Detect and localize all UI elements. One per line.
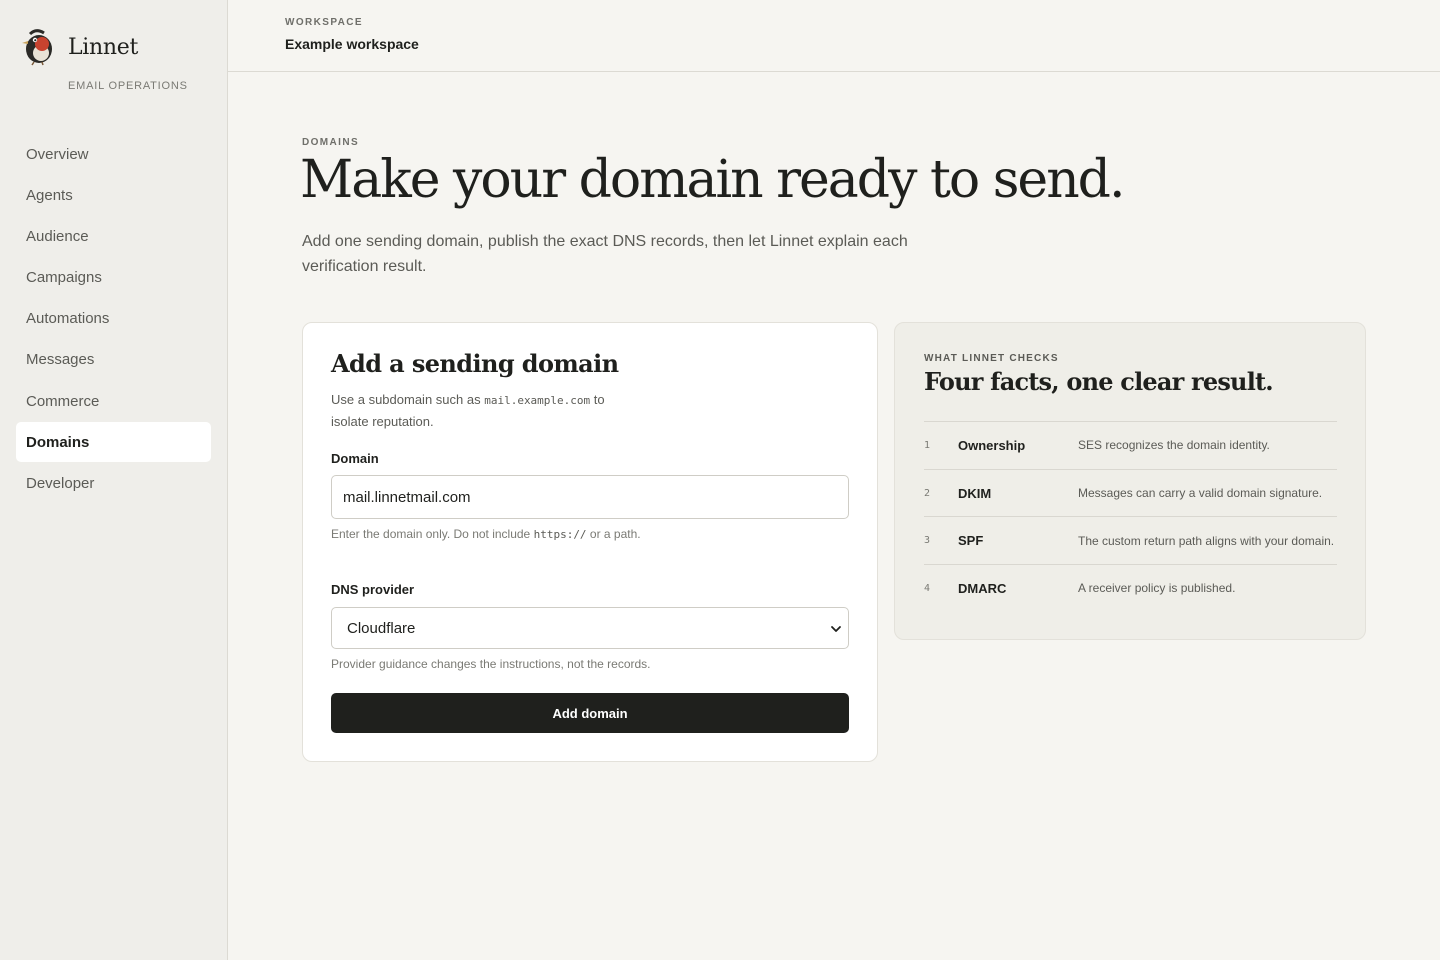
sidebar-item-automations[interactable]: Automations: [16, 299, 211, 339]
topbar: WORKSPACE Example workspace: [228, 0, 1440, 72]
dns-provider-hint: Provider guidance changes the instructio…: [331, 657, 651, 671]
check-number: 1: [924, 439, 931, 451]
sidebar-item-agents[interactable]: Agents: [16, 175, 211, 215]
sidebar-item-commerce[interactable]: Commerce: [16, 381, 211, 421]
chevron-down-icon: [831, 626, 841, 632]
check-description: A receiver policy is published.: [1078, 581, 1236, 596]
brand-subtitle: EMAIL OPERATIONS: [68, 80, 188, 92]
card-title: Add a sending domain: [331, 349, 619, 378]
domain-hint: Enter the domain only. Do not include ht…: [331, 527, 641, 541]
check-name: Ownership: [958, 437, 1026, 453]
check-description: The custom return path aligns with your …: [1078, 533, 1335, 548]
linnet-bird-icon: [22, 29, 52, 66]
check-name: DMARC: [958, 580, 1007, 596]
check-row-dkim: 2 DKIM Messages can carry a valid domain…: [924, 468, 1337, 517]
checks-title: Four facts, one clear result.: [924, 367, 1274, 396]
sidebar-item-developer[interactable]: Developer: [16, 464, 211, 504]
card-desc-prefix: Use a subdomain such as: [331, 392, 485, 407]
sidebar-item-audience[interactable]: Audience: [16, 216, 211, 256]
domain-input[interactable]: [331, 475, 849, 519]
add-domain-card: Add a sending domain Use a subdomain suc…: [302, 322, 878, 762]
domain-hint-prefix: Enter the domain only. Do not include: [331, 527, 534, 541]
checks-panel: WHAT LINNET CHECKS Four facts, one clear…: [894, 322, 1366, 640]
check-number: 3: [924, 535, 931, 547]
dns-provider-select[interactable]: Cloudflare: [331, 607, 849, 649]
sidebar-item-messages[interactable]: Messages: [16, 340, 211, 380]
workspace-label: WORKSPACE: [285, 17, 363, 28]
sidebar-item-campaigns[interactable]: Campaigns: [16, 258, 211, 298]
sidebar-item-overview[interactable]: Overview: [16, 134, 211, 174]
check-number: 4: [924, 582, 931, 594]
check-name: SPF: [958, 533, 984, 549]
add-domain-button[interactable]: Add domain: [331, 693, 849, 733]
domain-field-label: Domain: [331, 451, 379, 466]
workspace-name[interactable]: Example workspace: [285, 36, 419, 52]
dns-provider-value: Cloudflare: [347, 619, 416, 637]
check-row-spf: 3 SPF The custom return path aligns with…: [924, 516, 1337, 564]
check-name: DKIM: [958, 485, 992, 501]
page-title: Make your domain ready to send.: [300, 150, 1125, 210]
card-description: Use a subdomain such as mail.example.com…: [331, 389, 631, 432]
checks-list: 1 Ownership SES recognizes the domain id…: [924, 421, 1337, 612]
brand[interactable]: Linnet: [20, 28, 138, 66]
check-description: SES recognizes the domain identity.: [1078, 438, 1270, 453]
checks-eyebrow: WHAT LINNET CHECKS: [924, 353, 1059, 364]
check-row-ownership: 1 Ownership SES recognizes the domain id…: [924, 421, 1337, 469]
domain-hint-suffix: or a path.: [586, 527, 641, 541]
example-subdomain-code: mail.example.com: [484, 394, 591, 407]
sidebar: Linnet EMAIL OPERATIONS Overview Agents …: [0, 0, 228, 960]
dns-provider-label: DNS provider: [331, 582, 415, 597]
section-eyebrow: DOMAINS: [302, 137, 360, 148]
check-number: 2: [924, 487, 931, 499]
domain-hint-code: https://: [533, 528, 587, 541]
sidebar-item-domains[interactable]: Domains: [16, 422, 211, 463]
check-description: Messages can carry a valid domain signat…: [1078, 486, 1323, 501]
sidebar-nav: Overview Agents Audience Campaigns Autom…: [16, 134, 211, 505]
brand-name: Linnet: [68, 34, 139, 60]
check-row-dmarc: 4 DMARC A receiver policy is published.: [924, 564, 1337, 612]
page-description: Add one sending domain, publish the exac…: [302, 233, 908, 275]
